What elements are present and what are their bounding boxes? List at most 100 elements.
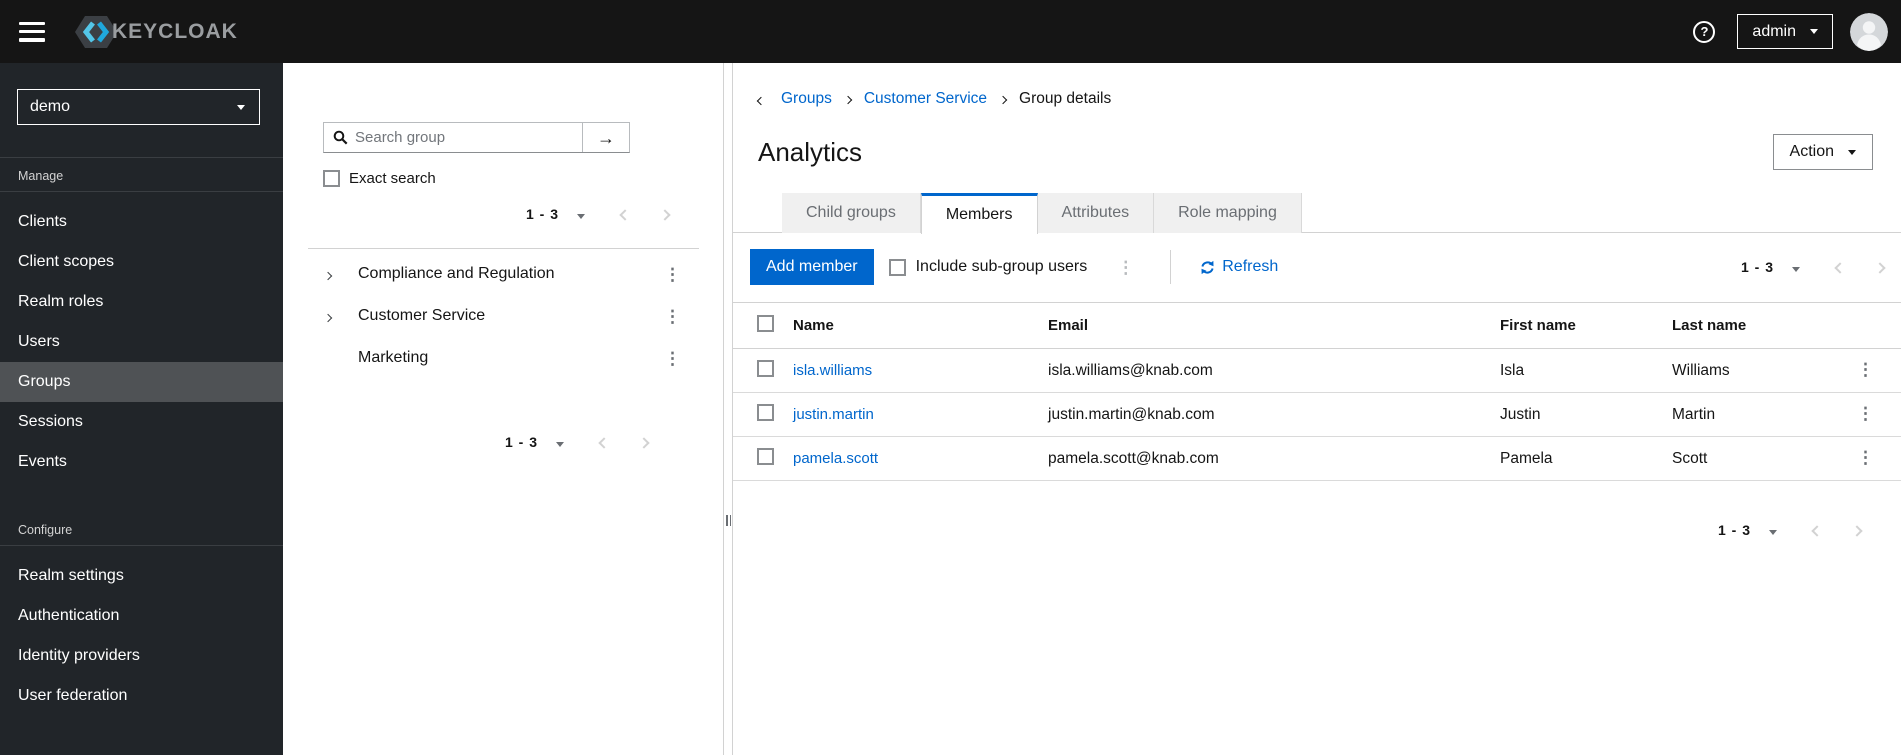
- kebab-menu-icon[interactable]: ⋮: [664, 350, 681, 367]
- search-submit-button[interactable]: →: [582, 123, 629, 152]
- action-label: Action: [1789, 143, 1834, 160]
- pagination-options-toggle[interactable]: [1790, 258, 1802, 277]
- group-name[interactable]: Customer Service: [358, 307, 664, 325]
- sidebar-item-events[interactable]: Events: [0, 442, 283, 482]
- pagination-range: 1 - 3: [525, 206, 559, 222]
- previous-page-button[interactable]: [1834, 258, 1846, 277]
- breadcrumb-current: Group details: [1019, 90, 1112, 107]
- member-name-link[interactable]: isla.williams: [793, 362, 872, 379]
- pagination-range: 1 - 3: [1717, 522, 1751, 538]
- kebab-menu-icon[interactable]: ⋮: [664, 266, 681, 283]
- sidebar-item-client-scopes[interactable]: Client scopes: [0, 242, 283, 282]
- refresh-button[interactable]: Refresh: [1200, 258, 1278, 276]
- search-group-input[interactable]: [355, 129, 582, 146]
- sidebar-item-realm-roles[interactable]: Realm roles: [0, 282, 283, 322]
- pagination-options-toggle[interactable]: [1767, 521, 1779, 540]
- group-tree-item-customer-service[interactable]: Customer Service ⋮: [283, 295, 723, 337]
- member-email: isla.williams@knab.com: [1036, 348, 1488, 393]
- add-member-button[interactable]: Add member: [750, 249, 874, 285]
- previous-page-button[interactable]: [1811, 521, 1823, 540]
- member-first-name: Isla: [1488, 348, 1660, 393]
- row-checkbox[interactable]: [757, 447, 774, 465]
- expand-chevron-icon[interactable]: [321, 267, 335, 282]
- breadcrumb-separator-icon: [998, 90, 1008, 108]
- chevron-down-icon: [577, 213, 585, 219]
- member-name-link[interactable]: justin.martin: [793, 406, 874, 423]
- tab-role-mapping[interactable]: Role mapping: [1154, 193, 1302, 233]
- chevron-left-icon: [1811, 524, 1823, 537]
- hamburger-menu-icon[interactable]: [19, 21, 45, 42]
- row-kebab-menu-icon[interactable]: ⋮: [1857, 361, 1874, 378]
- row-kebab-menu-icon[interactable]: ⋮: [1857, 405, 1874, 422]
- previous-page-button[interactable]: [619, 205, 631, 224]
- sidebar-item-users[interactable]: Users: [0, 322, 283, 362]
- group-tree-item-marketing[interactable]: Marketing ⋮: [283, 337, 723, 379]
- group-panel-pagination-top: 1 - 3: [283, 200, 723, 228]
- avatar[interactable]: [1850, 12, 1888, 51]
- group-details-pane: Groups Customer Service Group details An…: [733, 63, 1901, 755]
- sidebar-item-identity-providers[interactable]: Identity providers: [0, 636, 283, 676]
- realm-selector[interactable]: demo: [17, 89, 260, 125]
- sidebar-item-groups[interactable]: Groups: [0, 362, 283, 402]
- chevron-right-icon: [638, 436, 650, 449]
- row-checkbox[interactable]: [757, 403, 774, 421]
- group-tree-panel: → Exact search 1 - 3 Compliance and Regu…: [283, 63, 724, 755]
- tab-child-groups[interactable]: Child groups: [782, 193, 921, 233]
- member-name-link[interactable]: pamela.scott: [793, 450, 878, 467]
- next-page-button[interactable]: [1851, 521, 1863, 540]
- row-checkbox[interactable]: [757, 359, 774, 377]
- next-page-button[interactable]: [638, 433, 650, 452]
- next-page-button[interactable]: [1874, 258, 1886, 277]
- column-header-name: Name: [781, 302, 1036, 349]
- refresh-icon: [1201, 260, 1214, 274]
- previous-page-button[interactable]: [598, 433, 610, 452]
- member-email: pamela.scott@knab.com: [1036, 436, 1488, 481]
- pagination-range: 1 - 3: [1740, 259, 1774, 275]
- exact-search-checkbox[interactable]: [323, 170, 340, 187]
- members-pagination-bottom: 1 - 3: [733, 512, 1901, 548]
- arrow-right-icon: →: [597, 127, 615, 148]
- sidebar-item-authentication[interactable]: Authentication: [0, 596, 283, 636]
- select-all-checkbox[interactable]: [757, 315, 774, 332]
- table-row: justin.martin justin.martin@knab.com Jus…: [733, 392, 1901, 437]
- user-menu-dropdown[interactable]: admin: [1737, 14, 1833, 49]
- include-subgroup-users-checkbox[interactable]: [888, 258, 906, 276]
- toolbar-kebab-menu-icon[interactable]: ⋮: [1117, 259, 1134, 276]
- breadcrumb-back-icon[interactable]: [756, 92, 766, 107]
- panel-resize-splitter[interactable]: [724, 63, 733, 755]
- kebab-menu-icon[interactable]: ⋮: [664, 308, 681, 325]
- group-panel-pagination-bottom: 1 - 3: [283, 424, 723, 460]
- sidebar-item-clients[interactable]: Clients: [0, 202, 283, 242]
- breadcrumb-link-customer-service[interactable]: Customer Service: [864, 90, 987, 108]
- group-tree-item-compliance-and-regulation[interactable]: Compliance and Regulation ⋮: [283, 253, 723, 295]
- drag-handle-icon[interactable]: [726, 515, 732, 526]
- chevron-down-icon: [1848, 149, 1856, 155]
- sidebar-item-realm-settings[interactable]: Realm settings: [0, 556, 283, 596]
- row-kebab-menu-icon[interactable]: ⋮: [1857, 449, 1874, 466]
- help-icon[interactable]: ?: [1693, 20, 1716, 43]
- action-dropdown-button[interactable]: Action: [1772, 134, 1873, 170]
- breadcrumb-link-groups[interactable]: Groups: [781, 90, 832, 108]
- group-name[interactable]: Compliance and Regulation: [358, 265, 664, 283]
- breadcrumb-separator-icon: [843, 90, 853, 108]
- pagination-options-toggle[interactable]: [554, 433, 566, 452]
- column-header-first-name: First name: [1488, 302, 1660, 349]
- group-tree: Compliance and Regulation ⋮ Customer Ser…: [283, 249, 723, 379]
- table-header-row: Name Email First name Last name: [733, 302, 1901, 349]
- sidebar-item-user-federation[interactable]: User federation: [0, 676, 283, 716]
- avatar-icon: [1850, 12, 1888, 51]
- next-page-button[interactable]: [659, 205, 671, 224]
- member-last-name: Williams: [1660, 348, 1830, 393]
- masthead: KEYCLOAK ? admin: [0, 0, 1901, 63]
- pagination-options-toggle[interactable]: [575, 205, 587, 224]
- chevron-right-icon: [1851, 524, 1863, 537]
- group-name[interactable]: Marketing: [358, 349, 664, 367]
- sidebar-item-sessions[interactable]: Sessions: [0, 402, 283, 442]
- tab-attributes[interactable]: Attributes: [1037, 193, 1155, 233]
- chevron-down-icon: [556, 441, 564, 447]
- chevron-right-icon: [1874, 261, 1886, 274]
- tab-members[interactable]: Members: [920, 193, 1038, 234]
- refresh-label: Refresh: [1222, 258, 1279, 275]
- expand-chevron-icon[interactable]: [321, 309, 335, 324]
- keycloak-logo: KEYCLOAK: [73, 12, 238, 52]
